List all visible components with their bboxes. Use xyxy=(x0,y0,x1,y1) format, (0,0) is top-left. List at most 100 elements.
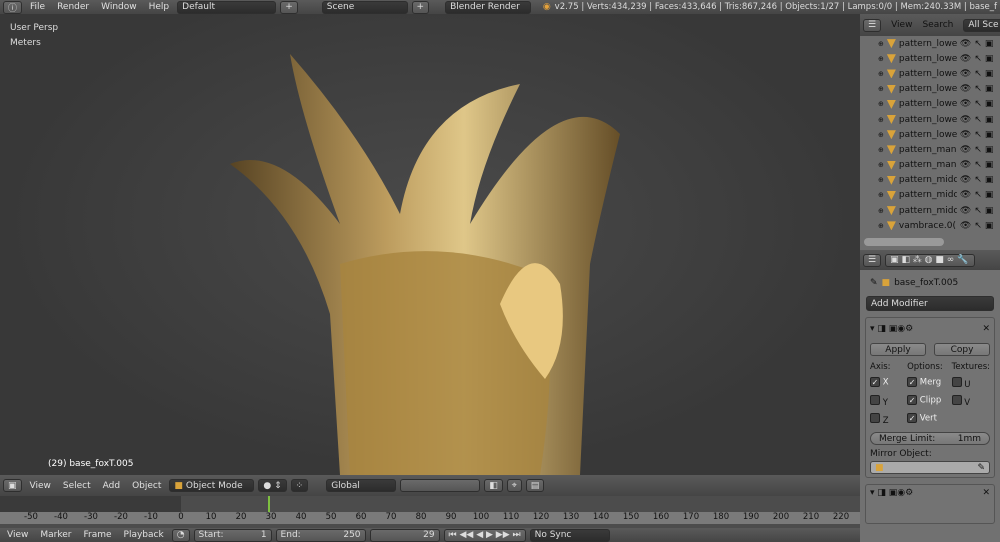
select-cursor-icon[interactable]: ↖ xyxy=(974,130,982,140)
outliner-item[interactable]: ⊕ pattern_man 👁 ↖ ▣ xyxy=(860,142,1000,157)
context-tabs[interactable]: ▣ ◧ ⁂ ◍ ■ ∞ 🔧 xyxy=(885,253,976,267)
info-editor-icon[interactable]: ⓘ xyxy=(3,0,23,14)
render-camera-icon[interactable]: ▣ xyxy=(985,190,994,200)
add-modifier-select[interactable]: Add Modifier xyxy=(866,296,994,311)
pivot-select[interactable]: ⁘ xyxy=(290,479,309,492)
menu-window[interactable]: Window xyxy=(97,2,141,12)
select-cursor-icon[interactable]: ↖ xyxy=(974,190,982,200)
render-camera-icon[interactable]: ▣ xyxy=(985,221,994,231)
outliner-editor-icon[interactable]: ☰ xyxy=(863,18,882,32)
menu-view[interactable]: View xyxy=(26,481,55,491)
sync-select[interactable]: No Sync xyxy=(529,528,610,542)
copy-button[interactable]: Copy xyxy=(934,343,990,356)
outliner-item[interactable]: ⊕ pattern_lowe 👁 ↖ ▣ xyxy=(860,112,1000,127)
menu-search[interactable]: Search xyxy=(922,20,953,30)
render-camera-icon[interactable]: ▣ xyxy=(985,145,994,155)
pin-icon[interactable]: ✎ xyxy=(870,278,878,288)
collapse-icon[interactable]: ▾ ◨ ▣◉⚙ xyxy=(870,324,913,334)
visibility-eye-icon[interactable]: 👁 xyxy=(960,190,971,200)
menu-select[interactable]: Select xyxy=(59,481,95,491)
visibility-eye-icon[interactable]: 👁 xyxy=(960,54,971,64)
render-camera-icon[interactable]: ▣ xyxy=(985,54,994,64)
menu-help[interactable]: Help xyxy=(145,2,174,12)
visibility-eye-icon[interactable]: 👁 xyxy=(960,206,971,216)
mirror-object-field[interactable]: ■ ✎ xyxy=(870,461,990,474)
visibility-eye-icon[interactable]: 👁 xyxy=(960,175,971,185)
texture-u-checkbox[interactable]: U xyxy=(951,377,990,390)
render-camera-icon[interactable]: ▣ xyxy=(985,39,994,49)
visibility-eye-icon[interactable]: 👁 xyxy=(960,221,971,231)
render-engine-select[interactable]: Blender Render xyxy=(445,0,531,14)
editor-type-icon[interactable]: ▣ xyxy=(3,479,22,492)
select-cursor-icon[interactable]: ↖ xyxy=(974,115,982,125)
texture-v-checkbox[interactable]: V xyxy=(951,395,990,408)
outliner-item[interactable]: ⊕ pattern_lowe 👁 ↖ ▣ xyxy=(860,82,1000,97)
snap-icon[interactable]: ⌖ xyxy=(506,479,522,492)
render-camera-icon[interactable]: ▣ xyxy=(985,115,994,125)
menu-view[interactable]: View xyxy=(891,20,912,30)
merge-checkbox[interactable]: ✓ Merg xyxy=(907,377,952,390)
menu-render[interactable]: Render xyxy=(53,2,93,12)
visibility-eye-icon[interactable]: 👁 xyxy=(960,69,971,79)
render-camera-icon[interactable]: ▣ xyxy=(985,160,994,170)
current-frame-field[interactable]: 29 xyxy=(369,528,440,542)
mode-select[interactable]: ■ Object Mode xyxy=(169,479,255,492)
visibility-eye-icon[interactable]: 👁 xyxy=(960,84,971,94)
outliner-item[interactable]: ⊕ pattern_lowe 👁 ↖ ▣ xyxy=(860,51,1000,66)
playback-controls[interactable]: ⏮ ◀◀ ◀ ▶ ▶▶ ⏭ xyxy=(443,528,526,542)
outliner-item[interactable]: ⊕ pattern_man 👁 ↖ ▣ xyxy=(860,158,1000,173)
visibility-eye-icon[interactable]: 👁 xyxy=(960,130,971,140)
apply-button[interactable]: Apply xyxy=(870,343,926,356)
preview-range-icon[interactable]: ◔ xyxy=(171,528,190,542)
select-cursor-icon[interactable]: ↖ xyxy=(974,84,982,94)
outliner-item[interactable]: ⊕ vambrace.0(👁 ↖ ▣ xyxy=(860,218,1000,233)
shading-select[interactable]: ● ⇕ xyxy=(258,479,287,492)
properties-editor-icon[interactable]: ☰ xyxy=(863,253,882,267)
visibility-eye-icon[interactable]: 👁 xyxy=(960,39,971,49)
render-icon[interactable]: ▤ xyxy=(525,479,545,492)
menu-file[interactable]: File xyxy=(26,2,49,12)
merge-limit-field[interactable]: Merge Limit: 1mm xyxy=(870,432,990,445)
add-layout-icon[interactable]: + xyxy=(280,0,298,14)
orientation-select[interactable]: Global xyxy=(326,479,397,492)
layout-select[interactable]: Default xyxy=(177,0,277,14)
select-cursor-icon[interactable]: ↖ xyxy=(974,221,982,231)
horizontal-scrollbar[interactable] xyxy=(864,238,944,246)
visibility-eye-icon[interactable]: 👁 xyxy=(960,115,971,125)
outliner-item[interactable]: ⊕ pattern_lowe 👁 ↖ ▣ xyxy=(860,66,1000,81)
scene-select[interactable]: Scene xyxy=(321,0,408,14)
layers-grid[interactable] xyxy=(400,479,481,492)
end-frame-field[interactable]: End: 250 xyxy=(275,528,366,542)
menu-add[interactable]: Add xyxy=(99,481,124,491)
axis-y-checkbox[interactable]: Y xyxy=(870,395,907,408)
menu-view[interactable]: View xyxy=(3,530,32,540)
select-cursor-icon[interactable]: ↖ xyxy=(974,39,982,49)
outliner-item[interactable]: ⊕ pattern_midc 👁 ↖ ▣ xyxy=(860,203,1000,218)
remove-modifier-icon[interactable]: ✕ xyxy=(982,488,990,498)
select-cursor-icon[interactable]: ↖ xyxy=(974,175,982,185)
frame-ruler[interactable]: -50 -40 -30 -20 -10 0 10 20 30 40 50 60 70 80 90 100 110… xyxy=(0,512,860,524)
select-cursor-icon[interactable]: ↖ xyxy=(974,54,982,64)
render-camera-icon[interactable]: ▣ xyxy=(985,130,994,140)
render-camera-icon[interactable]: ▣ xyxy=(985,84,994,94)
outliner-item[interactable]: ⊕ pattern_midc 👁 ↖ ▣ xyxy=(860,188,1000,203)
visibility-eye-icon[interactable]: 👁 xyxy=(960,99,971,109)
outliner-item[interactable]: ⊕ pattern_lowe 👁 ↖ ▣ xyxy=(860,127,1000,142)
visibility-eye-icon[interactable]: 👁 xyxy=(960,160,971,170)
select-cursor-icon[interactable]: ↖ xyxy=(974,160,982,170)
axis-x-checkbox[interactable]: ✓ X xyxy=(870,377,907,390)
axis-z-checkbox[interactable]: Z xyxy=(870,413,907,426)
filter-select[interactable]: All Sce xyxy=(963,18,1000,32)
visibility-eye-icon[interactable]: 👁 xyxy=(960,145,971,155)
start-frame-field[interactable]: Start: 1 xyxy=(193,528,272,542)
remove-modifier-icon[interactable]: ✕ xyxy=(982,324,990,334)
outliner-item[interactable]: ⊕ pattern_lowe 👁 ↖ ▣ xyxy=(860,97,1000,112)
outliner-item[interactable]: ⊕ pattern_lowe 👁 ↖ ▣ xyxy=(860,36,1000,51)
render-camera-icon[interactable]: ▣ xyxy=(985,206,994,216)
select-cursor-icon[interactable]: ↖ xyxy=(974,145,982,155)
select-cursor-icon[interactable]: ↖ xyxy=(974,69,982,79)
select-cursor-icon[interactable]: ↖ xyxy=(974,206,982,216)
vertex-groups-checkbox[interactable]: ✓ Vert xyxy=(907,413,952,426)
clipping-checkbox[interactable]: ✓ Clipp xyxy=(907,395,952,408)
menu-playback[interactable]: Playback xyxy=(120,530,168,540)
